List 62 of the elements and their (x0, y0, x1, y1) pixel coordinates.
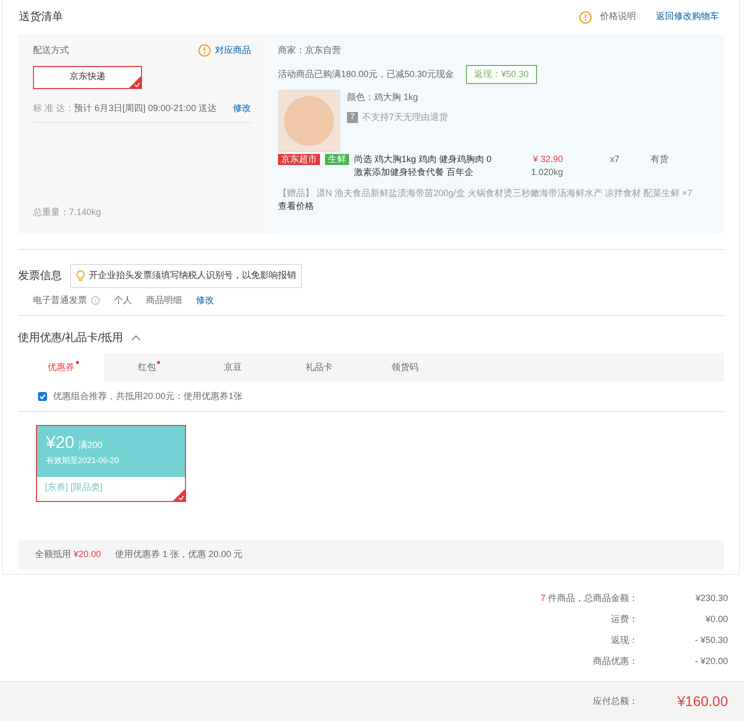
summary-label: 运费： (611, 613, 638, 626)
product-tag: 生鲜 (325, 154, 349, 165)
product-quantity: x7 (610, 153, 620, 166)
total-label: 应付总额： (593, 694, 638, 708)
coupon-amount: ¥20 (46, 433, 74, 452)
summary-value: - ¥20.00 (694, 655, 728, 668)
discount-tab[interactable]: 优惠券 (18, 353, 104, 382)
corner-check-icon (173, 489, 185, 501)
gift-price-link[interactable]: 查看价格 (278, 201, 314, 211)
info-icon (579, 10, 592, 24)
price-note-link[interactable]: 价格说明 (600, 10, 636, 24)
total-weight: 总重量：7.140kg (33, 206, 102, 216)
invoice-tip-text: 开企业抬头发票须填写纳税人识别号，以免影响报销 (89, 269, 296, 282)
discount-tab[interactable]: 京豆 (190, 353, 276, 382)
modify-link[interactable]: 修改 (233, 102, 251, 115)
info-icon (198, 44, 211, 58)
full-deduction: 全额抵用 ¥20.00 (35, 548, 102, 562)
invoice-person: 个人 (114, 294, 132, 307)
discount-summary: 使用优惠券 1 张，优惠 20.00 元 (115, 548, 243, 562)
coupon-tags: [东券] [限品类] (37, 477, 185, 494)
delivery-eta: 标 准 达：预计 6月3日[周四] 09:00-21:00 送达 (33, 102, 217, 115)
product-title: 尚选 鸡大胸1kg 鸡肉 健身鸡胸肉 0激素添加健身轻食代餐 百年企 (354, 153, 493, 179)
coupon-condition: 满200 (78, 438, 102, 452)
corner-check-icon (129, 76, 141, 88)
summary-label: 7 件商品，总商品金额： (540, 592, 638, 606)
shipping-option[interactable]: 京东快递 (33, 66, 142, 88)
total-amount: ¥160.00 (676, 692, 728, 711)
discount-tab[interactable]: 礼品卡 (276, 353, 362, 382)
discount-tab[interactable]: 领货码 (362, 353, 448, 382)
product-tag: 京东超市 (278, 154, 320, 165)
seller-name: 商家：京东自营 (278, 44, 342, 57)
invoice-modify-link[interactable]: 修改 (196, 294, 214, 308)
product-photo-placeholder (278, 90, 340, 152)
invoice-type: 电子普通发票 (33, 294, 87, 307)
summary-label: 返现： (611, 634, 638, 648)
info-icon (91, 296, 100, 306)
discount-tab[interactable]: 红包 (104, 353, 190, 382)
lightbulb-icon (76, 270, 85, 282)
recommend-text: 优惠组合推荐，共抵用20.00元：使用优惠券1张 (53, 390, 243, 403)
summary-label: 商品优惠： (593, 655, 638, 668)
coupon-expiry: 有效期至2021-06-20 (46, 455, 120, 467)
return-note: 不支持7天无理由退货 (362, 110, 448, 124)
product-weight: 1.020kg (530, 166, 563, 179)
chevron-up-icon[interactable] (131, 334, 142, 342)
summary-value: - ¥50.30 (694, 634, 728, 648)
recommend-checkbox[interactable] (38, 392, 47, 401)
gift-text: 【赠品】 滠N 渔夫食品新鲜盐渍海带苗200g/盒 火锅食材烫三秒嫩海带汤海鲜水产 凉拌食材 配菜生鲜 ×7 (278, 188, 692, 198)
back-to-cart-link[interactable]: 返回修改购物车 (656, 10, 719, 24)
discount-title: 使用优惠/礼品卡/抵用 (18, 330, 124, 346)
section-title: 送货清单 (19, 10, 63, 25)
summary-value: ¥230.30 (694, 592, 728, 606)
invoice-title: 发票信息 (18, 268, 62, 284)
return-policy-icon: 7 (347, 112, 358, 123)
goods-link[interactable]: 对应商品 (215, 44, 251, 58)
shipping-label: 配送方式 (33, 44, 69, 57)
invoice-content: 商品明细 (146, 294, 182, 307)
product-price: ¥ 32.90 (532, 153, 563, 166)
cashback-badge: 返现：¥50.30 (466, 64, 537, 84)
stock-status: 有货 (650, 153, 669, 166)
promo-text: 活动商品已购满180.00元，已减50.30元现金 (278, 68, 454, 80)
product-color: 颜色：鸡大胸 1kg (347, 91, 420, 104)
summary-value: ¥0.00 (704, 613, 728, 626)
